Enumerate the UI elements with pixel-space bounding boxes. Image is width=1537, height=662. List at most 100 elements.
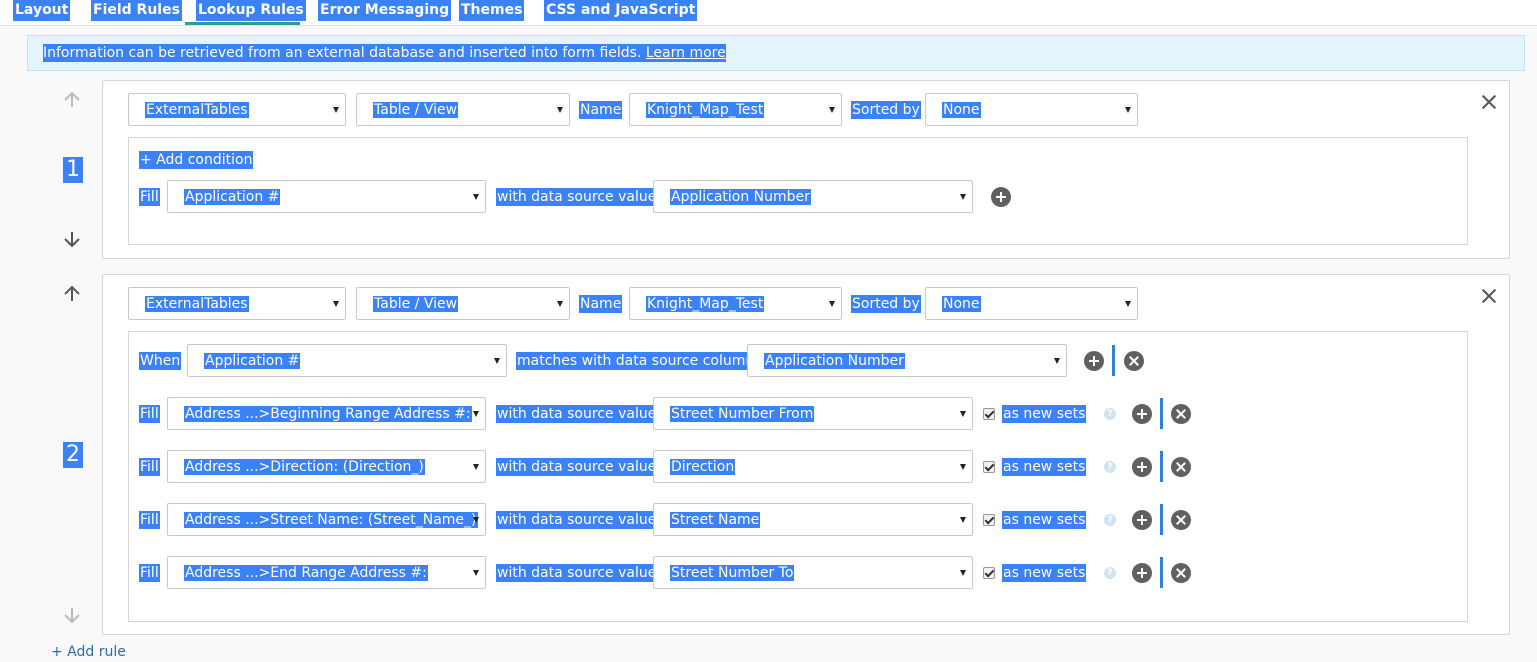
fill-value-value: Street Number From <box>670 406 815 422</box>
remove-fill-icon[interactable] <box>1171 563 1191 583</box>
fill-field-value: Address ...>Street Name: (Street_Name_) <box>184 512 478 528</box>
new-sets-checkbox[interactable] <box>983 461 995 473</box>
fill-value-select[interactable]: Application Number <box>653 180 973 213</box>
chevron-down-icon <box>557 107 563 113</box>
with-value-label: with data source value <box>496 564 658 582</box>
chevron-down-icon <box>473 464 479 470</box>
add-fill-icon[interactable] <box>1132 404 1152 424</box>
active-tab-indicator <box>185 22 300 25</box>
with-value-label: with data source value <box>496 458 658 476</box>
name-label: Name <box>579 295 623 313</box>
add-rule-link[interactable]: + Add rule <box>51 643 126 661</box>
new-sets-checkbox[interactable] <box>983 514 995 526</box>
tab-themes[interactable]: Themes <box>459 0 525 21</box>
remove-condition-icon[interactable] <box>1124 351 1144 371</box>
add-fill-icon[interactable] <box>1132 457 1152 477</box>
help-icon[interactable]: ? <box>1104 514 1116 526</box>
source-select[interactable]: ExternalTables <box>128 287 346 320</box>
as-new-sets-label: as new sets <box>1002 458 1087 476</box>
remove-fill-icon[interactable] <box>1171 510 1191 530</box>
rule-number: 2 <box>63 442 83 468</box>
fill-value-select[interactable]: Street Name <box>653 503 973 536</box>
as-new-sets-label: as new sets <box>1002 405 1087 423</box>
chevron-down-icon <box>960 411 966 417</box>
info-banner-text: Information can be retrieved from an ext… <box>43 44 726 62</box>
remove-fill-icon[interactable] <box>1171 457 1191 477</box>
fill-value-value: Application Number <box>670 189 811 205</box>
fill-field-select[interactable]: Address ...>Direction: (Direction_) <box>167 450 486 483</box>
sorted-by-select[interactable]: None <box>925 287 1138 320</box>
chevron-down-icon <box>1125 107 1131 113</box>
condition-column-value: Application Number <box>764 353 905 369</box>
fill-value-value: Direction <box>670 459 736 475</box>
help-icon[interactable]: ? <box>1104 408 1116 420</box>
fill-value-select[interactable]: Street Number From <box>653 397 973 430</box>
fill-field-value: Application # <box>184 189 281 205</box>
type-select-value: Table / View <box>373 102 459 118</box>
divider <box>1160 451 1163 482</box>
name-select[interactable]: Knight_Map_Test <box>629 93 842 126</box>
sorted-by-select-value: None <box>942 296 981 312</box>
fill-value-select[interactable]: Street Number To <box>653 556 973 589</box>
remove-fill-icon[interactable] <box>1171 404 1191 424</box>
help-icon[interactable]: ? <box>1104 461 1116 473</box>
divider <box>1112 345 1115 376</box>
condition-column-select[interactable]: Application Number <box>747 344 1067 377</box>
type-select-value: Table / View <box>373 296 459 312</box>
chevron-down-icon <box>473 517 479 523</box>
condition-field-value: Application # <box>204 353 301 369</box>
fill-value-select[interactable]: Direction <box>653 450 973 483</box>
tab-css-javascript[interactable]: CSS and JavaScript <box>544 0 698 21</box>
sorted-by-select[interactable]: None <box>925 93 1138 126</box>
name-select-value: Knight_Map_Test <box>646 102 765 118</box>
add-condition-link[interactable]: + Add condition <box>139 151 254 169</box>
help-icon[interactable]: ? <box>1104 567 1116 579</box>
move-up-icon[interactable] <box>62 90 82 110</box>
add-condition-icon[interactable] <box>1084 351 1104 371</box>
fill-field-select[interactable]: Application # <box>167 180 486 213</box>
name-select[interactable]: Knight_Map_Test <box>629 287 842 320</box>
chevron-down-icon <box>1054 358 1060 364</box>
fill-field-select[interactable]: Address ...>Street Name: (Street_Name_) <box>167 503 486 536</box>
new-sets-checkbox[interactable] <box>983 408 995 420</box>
fill-field-select[interactable]: Address ...>End Range Address #: <box>167 556 486 589</box>
chevron-down-icon <box>333 301 339 307</box>
fill-label: Fill <box>139 511 160 529</box>
matches-label: matches with data source column <box>516 352 756 370</box>
condition-field-select[interactable]: Application # <box>187 344 507 377</box>
close-icon[interactable] <box>1481 288 1497 304</box>
move-up-icon[interactable] <box>62 284 82 304</box>
type-select[interactable]: Table / View <box>356 93 570 126</box>
source-select-value: ExternalTables <box>145 102 249 118</box>
add-fill-icon[interactable] <box>1132 563 1152 583</box>
add-fill-icon[interactable] <box>1132 510 1152 530</box>
add-fill-icon[interactable] <box>991 187 1011 207</box>
chevron-down-icon <box>473 570 479 576</box>
when-label: When <box>139 352 182 370</box>
new-sets-checkbox[interactable] <box>983 567 995 579</box>
tab-bar: Layout Field Rules Lookup Rules Error Me… <box>0 0 1537 26</box>
as-new-sets-label: as new sets <box>1002 564 1087 582</box>
tab-lookup-rules[interactable]: Lookup Rules <box>196 0 306 21</box>
name-label: Name <box>579 101 623 119</box>
chevron-down-icon <box>494 358 500 364</box>
chevron-down-icon <box>557 301 563 307</box>
sorted-by-select-value: None <box>942 102 981 118</box>
fill-value-value: Street Number To <box>670 565 795 581</box>
source-select[interactable]: ExternalTables <box>128 93 346 126</box>
fill-label: Fill <box>139 188 160 206</box>
type-select[interactable]: Table / View <box>356 287 570 320</box>
move-down-icon[interactable] <box>62 605 82 625</box>
tab-field-rules[interactable]: Field Rules <box>91 0 182 21</box>
tab-layout[interactable]: Layout <box>13 0 71 21</box>
fill-field-select[interactable]: Address ...>Beginning Range Address #: <box>167 397 486 430</box>
learn-more-link[interactable]: Learn more <box>646 45 726 61</box>
with-value-label: with data source value <box>496 511 658 529</box>
chevron-down-icon <box>829 107 835 113</box>
chevron-down-icon <box>333 107 339 113</box>
move-down-icon[interactable] <box>62 229 82 249</box>
tab-error-messaging[interactable]: Error Messaging <box>318 0 452 21</box>
fill-field-value: Address ...>End Range Address #: <box>184 565 428 581</box>
close-icon[interactable] <box>1481 94 1497 110</box>
divider <box>1160 504 1163 535</box>
